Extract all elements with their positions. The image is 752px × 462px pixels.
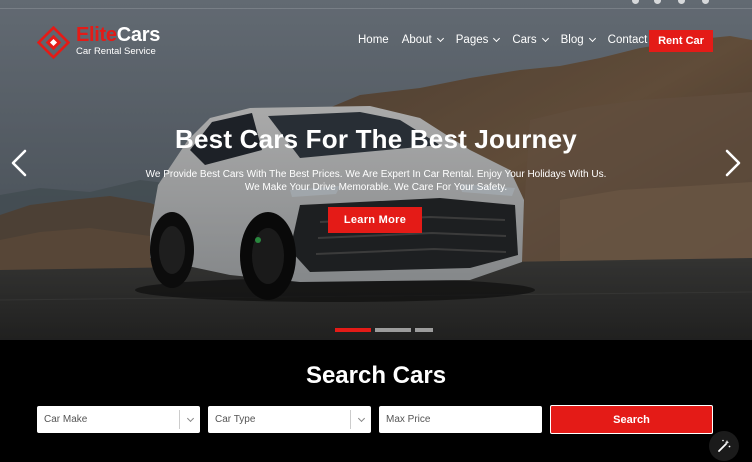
nav-item-label: Contact (607, 34, 648, 46)
nav-item-label: Cars (512, 34, 537, 46)
twitter-icon[interactable] (654, 0, 661, 4)
nav-item-contact[interactable]: Contact (608, 34, 648, 46)
chevron-left-icon[interactable] (6, 148, 36, 178)
carousel-indicators (335, 328, 437, 332)
carousel-indicator-2[interactable] (375, 328, 411, 332)
chevron-down-icon (493, 34, 501, 43)
chevron-right-icon[interactable] (716, 148, 746, 178)
brand-name[interactable]: EliteCars (76, 24, 160, 46)
search-cars-section: Search Cars Car Make Car Type Max Price … (0, 340, 752, 462)
car-type-select[interactable]: Car Type (208, 406, 371, 433)
max-price-placeholder: Max Price (386, 414, 431, 425)
nav-item-blog[interactable]: Blog (560, 34, 596, 46)
diamond-logo-icon[interactable] (37, 26, 70, 59)
chevron-down-icon (436, 34, 444, 43)
nav-item-label: Blog (560, 34, 584, 46)
nav-item-label: Pages (455, 34, 489, 46)
nav-item-label: About (401, 34, 432, 46)
facebook-icon[interactable] (632, 0, 639, 4)
nav-item-pages[interactable]: Pages (455, 34, 501, 46)
max-price-input[interactable]: Max Price (379, 406, 542, 433)
car-type-placeholder: Car Type (215, 414, 256, 425)
hero-title: Best Cars For The Best Journey (175, 124, 577, 154)
linkedin-icon[interactable] (702, 0, 709, 4)
chevron-down-icon (588, 34, 596, 43)
carousel-indicator-1[interactable] (335, 328, 371, 332)
nav-item-home[interactable]: Home (358, 34, 389, 46)
navbar: EliteCars Car Rental Service Home About … (0, 10, 752, 59)
hero-subtitle-line2: We Make Your Drive Memorable. We Care Fo… (244, 182, 508, 193)
search-button[interactable]: Search (550, 405, 713, 434)
learn-more-button[interactable]: Learn More (328, 207, 422, 233)
magic-wand-icon[interactable] (709, 431, 739, 461)
car-make-placeholder: Car Make (44, 414, 88, 425)
brand-name-white: Cars (116, 24, 161, 46)
instagram-icon[interactable] (678, 0, 685, 4)
brand-tagline: Car Rental Service (76, 46, 156, 57)
main-nav: Home About Pages Cars Blog Contact (358, 34, 660, 46)
hero-carousel: EliteCars Car Rental Service Home About … (0, 0, 752, 340)
search-title: Search Cars (305, 362, 447, 389)
brand-name-red: Elite (76, 24, 117, 46)
chevron-down-icon (350, 410, 371, 429)
rent-car-button[interactable]: Rent Car (649, 30, 713, 52)
carousel-indicator-3[interactable] (415, 328, 433, 332)
nav-item-cars[interactable]: Cars (512, 34, 549, 46)
chevron-down-icon (179, 410, 200, 429)
nav-item-label: Home (358, 34, 389, 46)
hero-subtitle-line1: We Provide Best Cars With The Best Price… (145, 169, 607, 180)
top-bar (0, 0, 752, 9)
car-make-select[interactable]: Car Make (37, 406, 200, 433)
chevron-down-icon (541, 34, 549, 43)
nav-item-about[interactable]: About (401, 34, 444, 46)
